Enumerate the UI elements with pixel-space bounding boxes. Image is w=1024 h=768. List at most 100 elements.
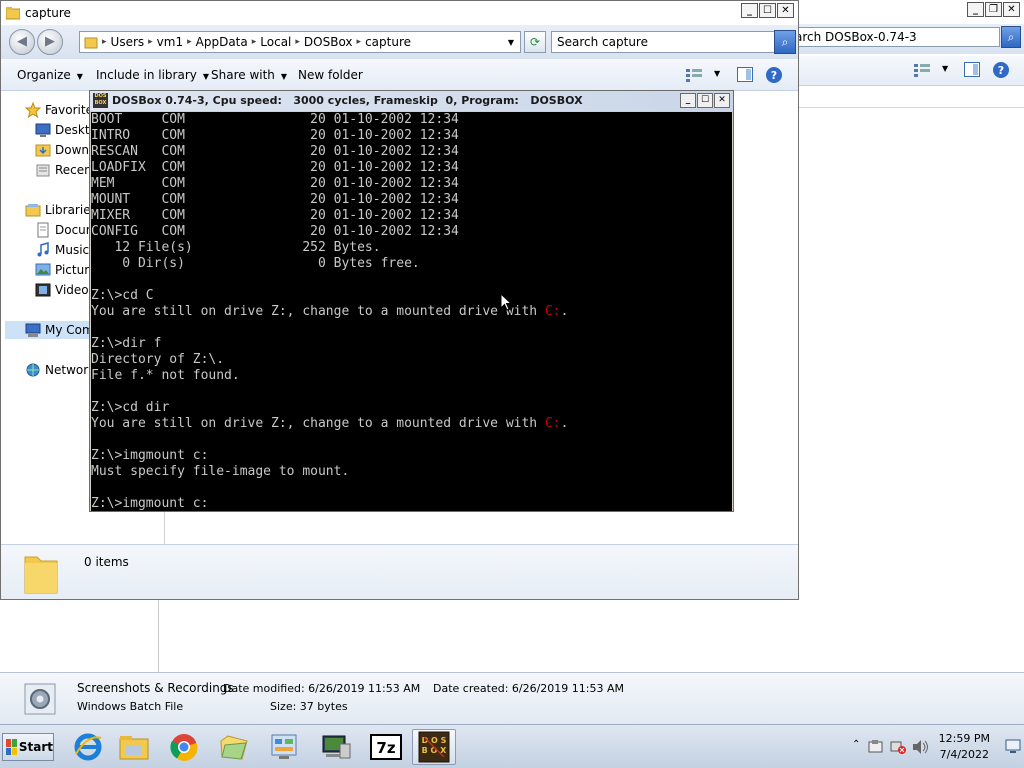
dosbox-minimize-button[interactable]: _ — [680, 93, 696, 108]
show-hidden-icons-icon[interactable]: ⌃ — [852, 739, 860, 750]
breadcrumb-separator-icon[interactable]: ▸ — [252, 37, 257, 47]
bg-close-button[interactable]: ✕ — [1003, 2, 1020, 17]
share-with-menu[interactable]: Share with ▼ — [211, 68, 287, 82]
taskbar-windows-explorer[interactable] — [112, 729, 156, 765]
nav-videos[interactable]: Videos — [35, 282, 95, 298]
taskbar-internet-explorer[interactable] — [66, 729, 110, 765]
organize-menu[interactable]: Organize ▼ — [17, 68, 83, 82]
svg-text:?: ? — [771, 69, 777, 82]
nav-desktop[interactable]: Deskto — [35, 122, 97, 138]
bg-search-icon[interactable]: ⌕ — [1001, 26, 1021, 48]
console-line-text: 12 File(s) 252 Bytes. — [91, 240, 381, 255]
search-icon[interactable]: ⌕ — [774, 30, 796, 54]
breadcrumb-separator-icon[interactable]: ▸ — [357, 37, 362, 47]
console-line-text: Z:\>dir f — [91, 336, 162, 351]
bg-minimize-button[interactable]: _ — [967, 2, 984, 17]
nav-pictures[interactable]: Picture — [35, 262, 96, 278]
desktop-icon — [35, 123, 51, 137]
volume-icon[interactable] — [912, 739, 930, 755]
bg-divider — [158, 600, 159, 672]
breadcrumb-item-dosbox[interactable]: DOSBox — [304, 35, 353, 49]
help-icon[interactable]: ? — [765, 66, 783, 84]
breadcrumb-dropdown-icon[interactable]: ▼ — [508, 38, 514, 47]
console-line-text: Z:\>imgmount c: — [91, 496, 209, 511]
console-line-text: You are still on drive Z:, change to a m… — [91, 416, 545, 431]
new-folder-button[interactable]: New folder — [298, 68, 363, 82]
breadcrumb-item-capture[interactable]: capture — [365, 35, 411, 49]
breadcrumb[interactable]: ▸ Users ▸ vm1 ▸ AppData ▸ Local ▸ DOSBox… — [79, 31, 521, 53]
console-line-text: Z:\>cd dir — [91, 400, 170, 415]
bg-help-icon[interactable]: ? — [992, 61, 1010, 79]
breadcrumb-separator-icon[interactable]: ▸ — [295, 37, 300, 47]
file-name: Screenshots & Recordings — [77, 681, 234, 695]
dosbox-close-button[interactable]: ✕ — [714, 93, 730, 108]
nav-recent[interactable]: Recent — [35, 162, 96, 178]
breadcrumb-separator-icon[interactable]: ▸ — [187, 37, 192, 47]
nav-libraries[interactable]: Libraries — [25, 202, 97, 218]
nav-network[interactable]: Network — [25, 362, 95, 378]
breadcrumb-separator-icon[interactable]: ▸ — [102, 37, 107, 47]
minimize-button[interactable]: _ — [741, 3, 758, 18]
refresh-button[interactable]: ⟳ — [524, 31, 546, 53]
views-icon[interactable] — [686, 68, 702, 82]
date-modified: Date modified: 6/26/2019 11:53 AM — [223, 682, 421, 695]
bg-preview-pane-icon[interactable] — [964, 62, 980, 78]
network-icon — [26, 363, 40, 377]
search-input[interactable]: Search capture — [551, 31, 775, 53]
show-desktop-icon[interactable] — [1004, 737, 1022, 755]
bg-restore-button[interactable]: ❐ — [985, 2, 1002, 17]
console-line: INTRO COM 20 01-10-2002 12:34 — [91, 128, 568, 144]
bg-search-input[interactable]: arch DOSBox-0.74-3 — [790, 27, 1000, 47]
device-manager-icon — [322, 735, 351, 759]
clock-time: 12:59 PM — [938, 732, 990, 745]
chevron-down-icon: ▼ — [280, 72, 288, 81]
bg-views-icon[interactable] — [914, 63, 930, 77]
breadcrumb-item-users[interactable]: Users — [111, 35, 145, 49]
bg-views-dropdown-icon[interactable]: ▼ — [942, 64, 948, 73]
recent-places-icon — [36, 164, 50, 177]
console-line: Z:\>cd dir — [91, 400, 568, 416]
breadcrumb-item-appdata[interactable]: AppData — [196, 35, 248, 49]
taskbar-control-panel[interactable] — [262, 729, 306, 765]
include-in-library-menu[interactable]: Include in library ▼ — [96, 68, 209, 82]
dosbox-title: DOSBox 0.74-3, Cpu speed: 3000 cycles, F… — [112, 94, 583, 107]
network-status-icon[interactable] — [890, 739, 906, 755]
nav-music[interactable]: Music — [35, 242, 89, 258]
dos-console[interactable]: BOOT COM 20 01-10-2002 12:34 INTRO COM 20… — [91, 112, 732, 511]
console-line: Z:\>imgmount c: — [91, 448, 568, 464]
chrome-icon — [170, 734, 198, 761]
preview-pane-icon[interactable] — [737, 67, 753, 83]
console-line-text: Directory of Z:\. — [91, 352, 225, 367]
console-highlight-text: C: — [544, 304, 561, 319]
back-button[interactable]: ◀ — [9, 29, 35, 55]
taskbar-folder-app[interactable] — [212, 729, 256, 765]
console-line-text: Z:\>cd C — [91, 288, 154, 303]
taskbar-dosbox[interactable]: D O SB O X — [412, 729, 456, 765]
forward-button[interactable]: ▶ — [37, 29, 63, 55]
maximize-button[interactable]: ☐ — [759, 3, 776, 18]
views-dropdown-icon[interactable]: ▼ — [714, 69, 720, 78]
breadcrumb-separator-icon[interactable]: ▸ — [148, 37, 153, 47]
folder-icon — [6, 7, 20, 20]
folder-icon — [84, 37, 98, 49]
explorer-titlebar[interactable]: capture _ ☐ ✕ — [1, 1, 798, 25]
dosbox-titlebar[interactable]: DOS BOX DOSBox 0.74-3, Cpu speed: 3000 c… — [90, 91, 733, 111]
dosbox-icon: DOS BOX — [93, 93, 108, 108]
taskbar-device-manager[interactable] — [314, 729, 358, 765]
organize-label: Organize — [17, 68, 71, 82]
close-button[interactable]: ✕ — [777, 3, 794, 18]
clock[interactable]: 12:59 PM 7/4/2022 — [939, 731, 990, 763]
dosbox-maximize-button[interactable]: ☐ — [697, 93, 713, 108]
taskbar-7zip[interactable]: 7z — [364, 729, 408, 765]
breadcrumb-item-vm1[interactable]: vm1 — [157, 35, 183, 49]
action-center-icon[interactable] — [868, 739, 884, 755]
taskbar-chrome[interactable] — [162, 729, 206, 765]
console-line: LOADFIX COM 20 01-10-2002 12:34 — [91, 160, 568, 176]
internet-explorer-icon — [74, 733, 102, 761]
console-line-text: File f.* not found. — [91, 368, 240, 383]
start-button[interactable]: Start — [2, 733, 54, 761]
console-highlight-text: C: — [544, 416, 561, 431]
breadcrumb-item-local[interactable]: Local — [260, 35, 291, 49]
